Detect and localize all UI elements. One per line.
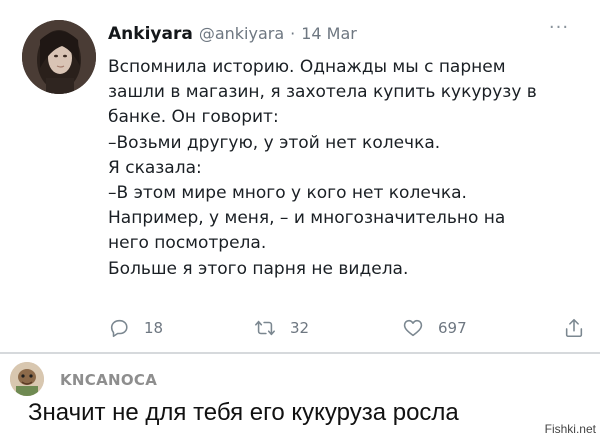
comment-card: KNCANOCA Значит не для тебя его кукуруза… [0,354,600,440]
comment-text: Значит не для тебя его кукуруза росла [28,399,459,426]
retweet-count: 32 [290,319,310,337]
reply-button[interactable]: 18 [108,314,163,342]
tweet-line: –Возьми другую, у этой нет колечка. [108,132,441,153]
more-icon[interactable]: ··· [546,18,572,38]
reply-count: 18 [144,319,164,337]
tweet-card: Ankiyara @ankiyara · 14 Mar ··· Вспомнил… [0,0,600,352]
tweet-line: Больше я этого парня не видела. [108,258,409,279]
tweet-text: Вспомнила историю. Однажды мы с парнем з… [108,55,578,282]
tweet-line: Я сказала: [108,157,202,178]
tweet-line: Вспомнила историю. Однажды мы с парнем [108,57,506,77]
tweet-header: Ankiyara @ankiyara · 14 Mar [108,24,357,48]
tweet-line: него посмотрела. [108,233,267,254]
like-count: 697 [438,319,467,337]
comment-avatar[interactable] [10,362,44,396]
reply-icon [110,319,128,338]
share-icon [565,318,583,338]
retweet-button[interactable]: 32 [254,314,309,342]
watermark: Fishki.net [544,422,596,436]
share-button[interactable] [563,314,585,342]
tweet-line: банке. Он говорит: [108,107,279,128]
author-name[interactable]: Ankiyara [108,24,193,44]
comment-author[interactable]: KNCANOCA [60,371,157,389]
tweet-line: зашли в магазин, я захотела купить кукур… [108,82,537,103]
author-handle[interactable]: @ankiyara [199,24,284,43]
tweet-line: –В этом мире много у кого нет колечка. [108,183,467,204]
tweet-actions: 18 32 697 [108,314,588,342]
retweet-icon [255,320,275,336]
tweet-date[interactable]: 14 Mar [301,24,357,43]
heart-icon [403,319,423,337]
author-avatar[interactable] [22,20,96,94]
separator-dot: · [290,24,296,43]
tweet-line: Например, у меня, – и многозначительно н… [108,208,506,229]
like-button[interactable]: 697 [402,314,467,342]
